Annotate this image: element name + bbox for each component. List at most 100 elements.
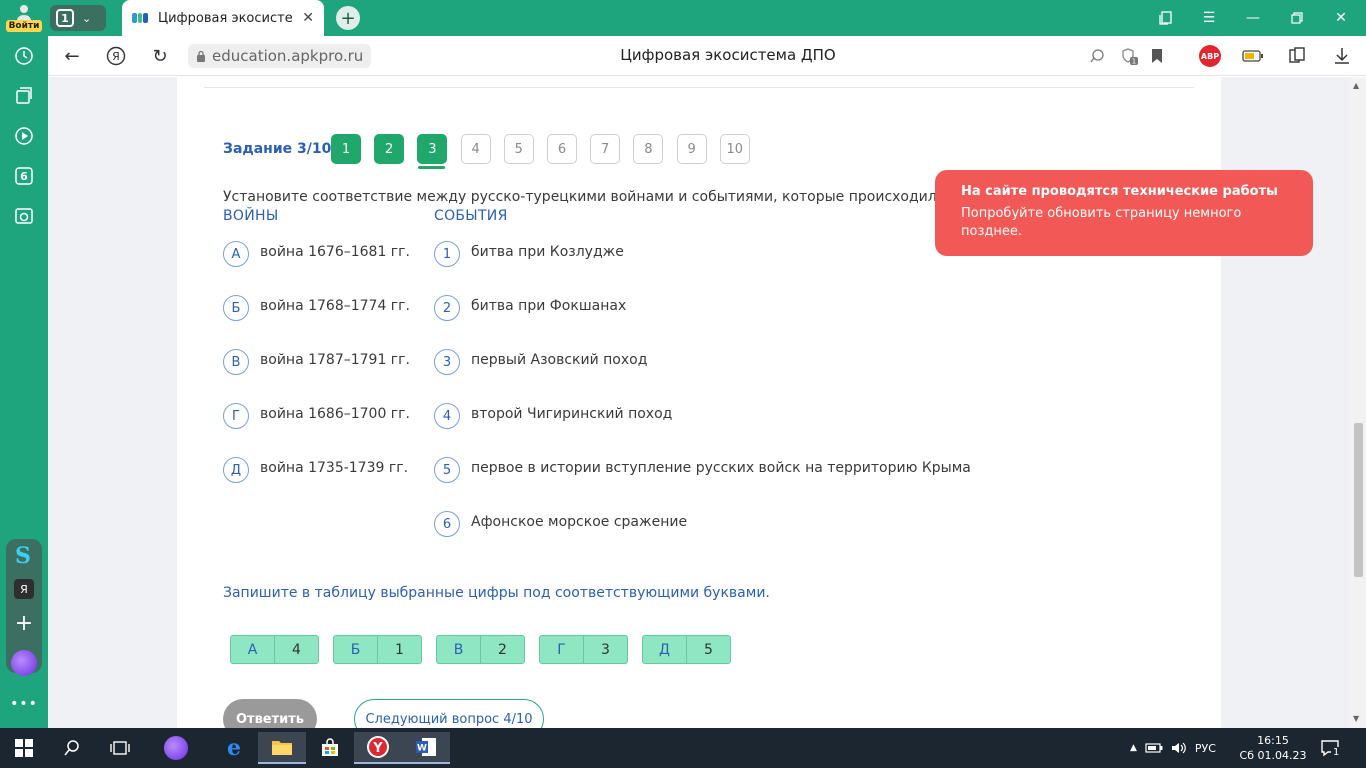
lock-icon [197,50,205,62]
clock-date: Сб 01.04.23 [1239,749,1307,762]
edge-browser-icon[interactable]: e [210,732,258,764]
event-text: битва при Козлудже [471,244,624,260]
protect-badge-icon[interactable]: 1 [1118,45,1140,67]
answer-value-input[interactable]: 5 [687,636,730,663]
adblock-icon[interactable]: ABP [1199,45,1221,67]
download-icon[interactable] [1331,45,1353,67]
answer-cell: Г3 [539,635,628,664]
war-letter: Б [223,295,249,321]
battery-saver-icon[interactable] [1242,45,1264,67]
question-nav-1[interactable]: 1 [331,134,361,164]
page-scrollbar[interactable]: ▲ ▼ [1350,77,1366,728]
alice-assistant-icon[interactable] [11,650,37,676]
war-item: Гвойна 1686–1700 гг. [223,403,410,429]
page-title: Цифровая экосистема ДПО [620,46,836,64]
answer-letter: В [437,636,481,663]
address-bar: ← Я ↻ education.apkpro.ru Цифровая экоси… [48,36,1366,76]
answer-letter: Г [540,636,584,663]
event-text: первый Азовский поход [471,352,648,368]
instruction-text: Запишите в таблицу выбранные цифры под с… [223,585,770,601]
answer-letter: А [231,636,275,663]
bookmarks-panel-icon[interactable] [1155,8,1177,28]
reload-icon[interactable]: ↻ [148,44,172,68]
war-text: война 1686–1700 гг. [260,406,410,422]
add-app-icon[interactable]: + [14,611,34,636]
url-field[interactable]: education.apkpro.ru [188,44,372,68]
language-indicator[interactable]: РУС [1195,742,1216,755]
answer-cell: Д5 [642,635,731,664]
url-text: education.apkpro.ru [212,47,364,65]
screenshot-camera-icon[interactable] [12,204,36,228]
new-tab-button[interactable]: + [336,6,360,30]
app-ya-icon[interactable]: Я [14,579,34,599]
question-nav-5[interactable]: 5 [503,134,534,164]
chevron-up-icon[interactable]: ▲ [1130,743,1137,753]
calendar-badge-icon[interactable]: 6 [12,164,36,188]
toast-title: На сайте проводятся технические работы [961,184,1278,199]
question-nav-6[interactable]: 6 [547,134,577,164]
event-text: Афонское морское сражение [471,514,688,530]
question-nav-10[interactable]: 10 [719,134,750,164]
question-nav-8[interactable]: 8 [633,134,664,164]
close-tab-icon[interactable]: ✕ [302,10,314,26]
war-item: Двойна 1735-1739 гг. [223,457,408,483]
search-icon[interactable] [48,732,96,764]
yandex-browser-icon[interactable]: Y [354,732,402,764]
svg-text:W: W [417,744,427,754]
event-text: первое в истории вступление русских войс… [471,460,971,476]
clock-time: 16:15 [1257,734,1289,747]
scroll-down-icon[interactable]: ▼ [1353,714,1359,723]
bookmark-icon[interactable] [1146,45,1168,67]
event-text: битва при Фокшанах [471,298,627,314]
task-view-icon[interactable] [96,732,144,764]
event-number: 4 [434,403,460,429]
question-nav-7[interactable]: 7 [590,134,621,164]
answer-cell: Б1 [333,635,422,664]
back-arrow-icon[interactable]: ← [60,44,84,68]
restore-icon[interactable] [1286,8,1308,28]
war-item: Авойна 1676–1681 гг. [223,241,410,267]
question-nav-3[interactable]: 3 [417,134,448,164]
event-item: 4 второй Чигиринский поход [434,403,672,429]
menu-icon[interactable]: ☰ [1198,8,1220,28]
answer-value-input[interactable]: 1 [378,636,421,663]
file-explorer-icon[interactable] [258,732,306,764]
close-window-icon[interactable]: ✕ [1330,8,1352,28]
battery-icon[interactable] [1145,743,1163,753]
current-question-indicator [418,166,445,169]
tab-counter-button[interactable]: 1 ⌄ [50,5,106,31]
scrollbar-thumb[interactable] [1354,423,1363,577]
collections-icon[interactable] [1286,45,1308,67]
active-tab[interactable]: Цифровая экосистема ДПО ✕ [122,0,324,36]
history-clock-icon[interactable] [12,44,36,68]
app-s-icon[interactable]: S [15,543,31,569]
answer-value-input[interactable]: 3 [584,636,627,663]
login-label: Войти [5,20,43,32]
event-number: 2 [434,295,460,321]
question-nav-2[interactable]: 2 [374,134,405,164]
next-question-button[interactable]: Следующий вопрос 4/10 [354,699,544,728]
notification-center-icon[interactable]: 1 [1320,738,1342,758]
answer-value-input[interactable]: 2 [481,636,524,663]
answer-button[interactable]: Ответить [223,699,317,728]
store-icon[interactable] [306,732,354,764]
question-nav-9[interactable]: 9 [676,134,707,164]
answer-value-input[interactable]: 4 [275,636,318,663]
minimize-icon[interactable]: — [1242,8,1264,28]
tab-count: 1 [56,9,74,27]
notification-count: 1 [1331,747,1342,758]
translate-icon[interactable] [1086,45,1108,67]
word-icon[interactable]: W [402,732,450,764]
yandex-icon[interactable]: Я [104,44,128,68]
alice-taskbar-icon[interactable] [152,732,200,764]
clock[interactable]: 16:15 Сб 01.04.23 [1238,733,1308,763]
scroll-up-icon[interactable]: ▲ [1353,81,1359,90]
profile-button[interactable]: Войти [0,0,48,36]
question-nav-4[interactable]: 4 [460,134,491,164]
windows-taskbar: e Y W ▲ РУС 16:15 Сб 01.04.23 1 [0,728,1366,768]
collections-sidebar-icon[interactable] [12,84,36,108]
windows-start-icon[interactable] [0,732,48,764]
video-play-icon[interactable] [12,124,36,148]
volume-icon[interactable] [1171,741,1187,755]
more-dots-icon[interactable]: ••• [10,692,37,716]
